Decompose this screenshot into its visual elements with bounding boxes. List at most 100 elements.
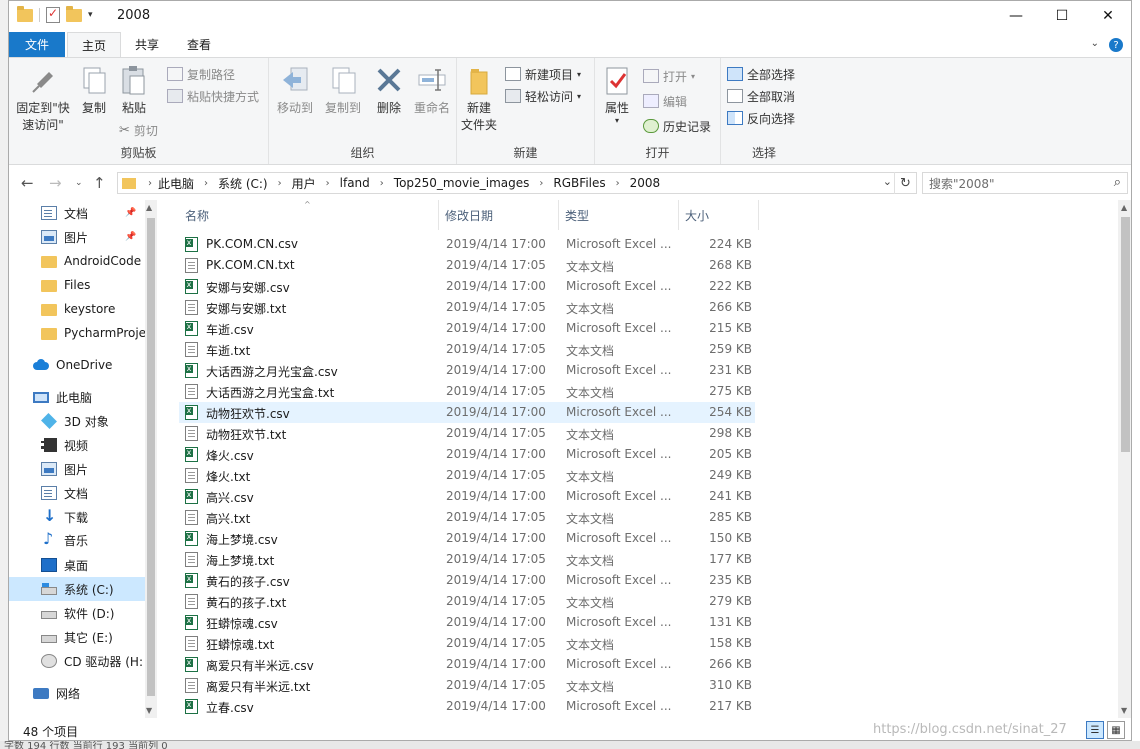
new-item-button[interactable]: 新建项目 ▾ <box>505 64 581 84</box>
invert-selection-button[interactable]: 反向选择 <box>727 108 795 128</box>
file-row[interactable]: 黄石的孩子.txt 2019/4/14 17:05 文本文档 279 KB <box>179 591 755 612</box>
details-view-icon[interactable]: ☰ <box>1086 721 1104 739</box>
nav-item[interactable]: 桌面 <box>9 553 145 577</box>
copy-to-button[interactable]: 复制到 <box>323 64 363 117</box>
file-row[interactable]: 狂蟒惊魂.txt 2019/4/14 17:05 文本文档 158 KB <box>179 633 755 654</box>
breadcrumb-item[interactable]: 系统 (C:) <box>218 175 268 192</box>
chevron-down-icon[interactable]: ⌄ <box>883 175 892 188</box>
easy-access-button[interactable]: 轻松访问 ▾ <box>505 86 581 106</box>
rename-button[interactable]: 重命名 <box>411 64 453 117</box>
chevron-down-icon[interactable]: ▾ <box>88 10 93 20</box>
refresh-icon[interactable]: ↻ <box>894 172 916 194</box>
nav-item[interactable]: PycharmProje <box>9 321 145 345</box>
file-row[interactable]: 海上梦境.txt 2019/4/14 17:05 文本文档 177 KB <box>179 549 755 570</box>
scroll-up-icon[interactable]: ▲ <box>146 203 152 212</box>
nav-item[interactable]: 下载 <box>9 505 145 529</box>
column-date-modified[interactable]: 修改日期 <box>439 200 559 230</box>
file-row[interactable]: 狂蟒惊魂.csv 2019/4/14 17:00 Microsoft Excel .… <box>179 612 755 633</box>
file-scroll-thumb[interactable] <box>1121 217 1130 452</box>
nav-item[interactable]: 图片 <box>9 457 145 481</box>
file-row[interactable]: 动物狂欢节.txt 2019/4/14 17:05 文本文档 298 KB <box>179 423 755 444</box>
breadcrumb-item[interactable]: 此电脑 <box>158 175 194 192</box>
nav-item[interactable]: CD 驱动器 (H: <box>9 649 145 673</box>
pin-quick-access-button[interactable]: 固定到"快 速访问" <box>15 64 71 134</box>
maximize-button[interactable]: ☐ <box>1039 1 1085 31</box>
file-row[interactable]: 动物狂欢节.csv 2019/4/14 17:00 Microsoft Excel … <box>179 402 755 423</box>
breadcrumb-item[interactable]: RGBFiles <box>553 176 605 190</box>
nav-item[interactable]: 3D 对象 <box>9 409 145 433</box>
breadcrumb-chevron-icon[interactable]: › <box>539 178 543 189</box>
nav-item[interactable]: 文档 <box>9 481 145 505</box>
tab-file[interactable]: 文件 <box>9 32 65 57</box>
nav-item[interactable]: keystore <box>9 297 145 321</box>
nav-item[interactable]: 文档 📌 <box>9 201 145 225</box>
file-row[interactable]: 高兴.csv 2019/4/14 17:00 Microsoft Excel ...… <box>179 486 755 507</box>
select-none-button[interactable]: 全部取消 <box>727 86 795 106</box>
nav-item[interactable]: AndroidCode <box>9 249 145 273</box>
breadcrumb-chevron-icon[interactable]: › <box>326 178 330 189</box>
open-button[interactable]: 打开 ▾ <box>643 66 695 86</box>
column-size[interactable]: 大小 <box>679 200 759 230</box>
nav-item[interactable]: OneDrive <box>9 353 145 377</box>
breadcrumb-chevron-icon[interactable]: › <box>278 178 282 189</box>
paste-shortcut-button[interactable]: 粘贴快捷方式 <box>167 86 259 106</box>
file-row[interactable]: 立春.csv 2019/4/14 17:00 Microsoft Excel ...… <box>179 696 755 717</box>
file-row[interactable]: 离爱只有半米远.txt 2019/4/14 17:05 文本文档 310 KB <box>179 675 755 696</box>
expand-ribbon-icon[interactable]: ⌄ <box>1091 38 1099 52</box>
tab-view[interactable]: 查看 <box>173 32 225 57</box>
recent-locations-icon[interactable]: ⌄ <box>75 178 83 188</box>
properties-button[interactable]: 属性 ▾ <box>601 64 633 125</box>
properties-quick-icon[interactable] <box>46 6 60 23</box>
nav-item[interactable]: 软件 (D:) <box>9 601 145 625</box>
scroll-down-icon[interactable]: ▼ <box>146 706 152 715</box>
history-button[interactable]: 历史记录 <box>643 116 711 136</box>
nav-item[interactable]: Files <box>9 273 145 297</box>
breadcrumb-item[interactable]: 2008 <box>630 176 661 190</box>
close-button[interactable]: ✕ <box>1085 1 1131 31</box>
nav-item[interactable]: 音乐 <box>9 528 145 552</box>
nav-scrollbar[interactable]: ▲ ▼ <box>145 200 157 718</box>
file-row[interactable]: 离爱只有半米远.csv 2019/4/14 17:00 Microsoft Exce… <box>179 654 755 675</box>
search-input[interactable]: 搜索"2008" ⌕ <box>922 172 1128 194</box>
back-arrow-icon[interactable]: ← <box>21 174 34 192</box>
delete-button[interactable]: 删除 <box>373 64 405 117</box>
nav-item[interactable]: 视频 <box>9 433 145 457</box>
scroll-down-icon[interactable]: ▼ <box>1121 706 1127 715</box>
file-row[interactable]: 车逝.txt 2019/4/14 17:05 文本文档 259 KB <box>179 339 755 360</box>
nav-scroll-thumb[interactable] <box>147 218 155 696</box>
breadcrumb-chevron-icon[interactable]: › <box>380 178 384 189</box>
nav-item[interactable]: 系统 (C:) <box>9 577 145 601</box>
file-row[interactable]: PK.COM.CN.csv 2019/4/14 17:00 Microsoft Ex… <box>179 234 755 255</box>
scroll-up-icon[interactable]: ▲ <box>1121 203 1127 212</box>
new-folder-quick-icon[interactable] <box>66 5 82 22</box>
file-row[interactable]: 安娜与安娜.txt 2019/4/14 17:05 文本文档 266 KB <box>179 297 755 318</box>
breadcrumb-item[interactable]: 用户 <box>292 175 316 192</box>
tab-home[interactable]: 主页 <box>67 32 122 58</box>
select-all-button[interactable]: 全部选择 <box>727 64 795 84</box>
help-icon[interactable]: ? <box>1109 38 1123 52</box>
tab-share[interactable]: 共享 <box>121 32 173 57</box>
file-row[interactable]: 大话西游之月光宝盒.csv 2019/4/14 17:00 Microsoft Ex… <box>179 360 755 381</box>
cut-button[interactable]: ✂ 剪切 <box>119 120 158 140</box>
file-row[interactable]: 安娜与安娜.csv 2019/4/14 17:00 Microsoft Excel … <box>179 276 755 297</box>
file-row[interactable]: 海上梦境.csv 2019/4/14 17:00 Microsoft Excel .… <box>179 528 755 549</box>
file-row[interactable]: 黄石的孩子.csv 2019/4/14 17:00 Microsoft Excel … <box>179 570 755 591</box>
column-name[interactable]: 名称 <box>179 200 439 230</box>
file-row[interactable]: 大话西游之月光宝盒.txt 2019/4/14 17:05 文本文档 275 KB <box>179 381 755 402</box>
breadcrumb-chevron-icon[interactable]: › <box>616 178 620 189</box>
breadcrumb-chevron-icon[interactable]: › <box>204 178 208 189</box>
breadcrumb-item[interactable]: Top250_movie_images <box>394 176 530 190</box>
address-bar[interactable]: › 此电脑 › 系统 (C:) › 用户 › lfand › Top250_movie_imag… <box>117 172 917 194</box>
nav-item[interactable]: 图片 📌 <box>9 225 145 249</box>
paste-button[interactable]: 粘贴 <box>117 64 151 117</box>
nav-item[interactable]: 此电脑 <box>9 385 145 409</box>
new-folder-button[interactable]: 新建 文件夹 <box>461 64 497 134</box>
edit-button[interactable]: 编辑 <box>643 91 687 111</box>
forward-arrow-icon[interactable]: → <box>49 174 62 192</box>
large-icons-view-icon[interactable]: ▦ <box>1107 721 1125 739</box>
breadcrumb-item[interactable]: lfand <box>340 176 370 190</box>
minimize-button[interactable]: — <box>993 1 1039 31</box>
column-type[interactable]: 类型 <box>559 200 679 230</box>
file-row[interactable]: 高兴.txt 2019/4/14 17:05 文本文档 285 KB <box>179 507 755 528</box>
file-row[interactable]: PK.COM.CN.txt 2019/4/14 17:05 文本文档 268 KB <box>179 255 755 276</box>
